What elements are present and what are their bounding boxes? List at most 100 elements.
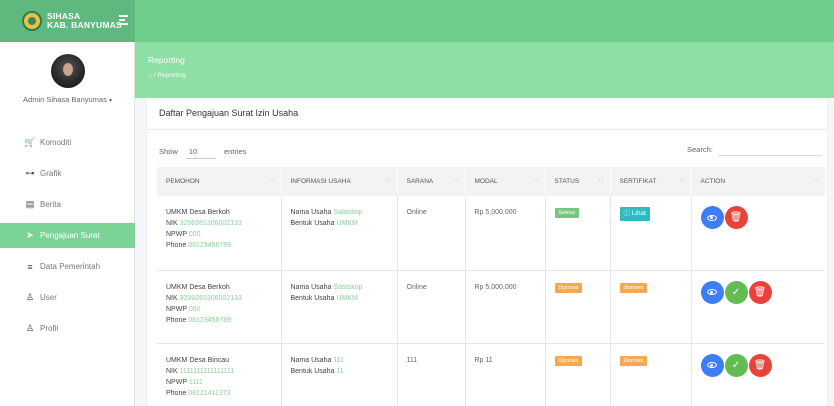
sidebar-nav: 🛒 Komoditi ⊶ Grafik ▤ Berita ➤ Pengajuan… [0, 130, 135, 347]
delete-button[interactable]: 🗑 [724, 206, 748, 229]
action-cell: ✓ 🗑 [691, 270, 825, 344]
entries-control: Show 10 entries [159, 145, 246, 159]
sidebar-item-berita[interactable]: ▤ Berita [0, 192, 135, 217]
brand-line2: KAB. BANYUMAS [47, 20, 122, 30]
column-header-action[interactable]: ACTION ↑↓ [691, 167, 826, 196]
sidebar-item-label: User [40, 293, 57, 302]
table-header-row: PEMOHON ↑↓ INFORMASI USAHA ↑↓ SARANA ↑↓ MOD… [157, 167, 826, 196]
sertifikat-cell: Diproses [610, 270, 692, 344]
data-card: Daftar Pengajuan Surat Izin Usaha Show 1… [147, 98, 827, 406]
database-icon: ≡ [27, 261, 33, 272]
approve-button[interactable]: ✓ [724, 280, 748, 304]
sidebar-item-label: Grafik [40, 169, 62, 178]
sidebar-item-label: Komoditi [40, 138, 72, 147]
npwp-value: 000 [188, 305, 201, 313]
profile-icon: ♙ [25, 323, 35, 333]
sidebar-item-label: Pengajuan Surat [40, 231, 100, 240]
nik-value: 3209281306002133 [179, 294, 242, 302]
bentuk-usaha-value: UMKM [336, 294, 358, 302]
modal-cell: Rp 5,000,000 [465, 270, 546, 344]
eye-icon [707, 289, 717, 295]
approve-button[interactable]: ✓ [724, 353, 748, 377]
sidebar-item-label: Profil [40, 324, 59, 333]
trash-icon: 🗑 [729, 212, 743, 223]
menu-toggle-icon[interactable] [119, 15, 128, 26]
pemohon-cell: UMKM Desa Berkoh NIK 3209281306002133 NP… [157, 270, 282, 344]
sidebar-item-pengajuan-surat[interactable]: ➤ Pengajuan Surat [0, 223, 135, 248]
sidebar-item-komoditi[interactable]: 🛒 Komoditi [0, 130, 135, 155]
action-cell: ✓ 🗑 [691, 343, 825, 406]
sort-icon: ↑↓ [598, 178, 604, 184]
status-badge: Diproses [554, 282, 583, 293]
column-header-sarana[interactable]: SARANA ↑↓ [397, 167, 466, 196]
view-button[interactable] [700, 206, 724, 229]
sertifikat-badge: Diproses [619, 282, 648, 293]
user-icon: ♙ [25, 292, 35, 302]
view-button[interactable] [700, 353, 724, 377]
lihat-sertifikat-button[interactable]: ⓘ Lihat [619, 207, 650, 221]
status-badge: Selesai [554, 208, 579, 218]
paper-plane-icon: ➤ [26, 230, 34, 240]
check-icon: ✓ [731, 286, 741, 298]
column-header-pemohon[interactable]: PEMOHON ↑↓ [157, 167, 282, 196]
informasi-usaha-cell: Nama Usaha Sataskop Bentuk Usaha UMKM [281, 270, 398, 344]
phone-value: 08123456789 [188, 316, 232, 324]
avatar [51, 54, 85, 88]
table-row: UMKM Desa Bincau NIK 1111111111111111 NP… [157, 343, 825, 406]
entries-select[interactable]: 10 [185, 145, 216, 159]
logo-icon [22, 11, 42, 31]
user-menu[interactable]: Admin Sihasa Banyumas ▾ [0, 95, 135, 104]
action-cell: 🗑 [691, 196, 825, 271]
sort-icon: ↑↓ [813, 178, 819, 184]
column-header-informasi-usaha[interactable]: INFORMASI USAHA ↑↓ [281, 167, 398, 196]
delete-button[interactable]: 🗑 [748, 353, 772, 377]
sidebar-item-label: Data Pemerintah [40, 262, 101, 271]
top-bar: SIHASA KAB. BANYUMAS [0, 0, 834, 42]
modal-cell: Rp 11 [465, 343, 546, 406]
trash-icon: 🗑 [753, 286, 767, 298]
modal-cell: Rp 5,000,000 [465, 196, 546, 271]
delete-button[interactable]: 🗑 [748, 280, 772, 304]
view-button[interactable] [700, 280, 724, 304]
sarana-cell: Online [397, 196, 466, 271]
sertifikat-cell: Diproses [610, 343, 692, 406]
phone-value: 08121411373 [188, 389, 231, 397]
sidebar: Admin Sihasa Banyumas ▾ 🛒 Komoditi ⊶ Gra… [0, 42, 135, 406]
breadcrumb-separator: / [153, 72, 156, 79]
page-title: Reporting [148, 55, 185, 65]
column-header-modal[interactable]: MODAL ↑↓ [465, 167, 546, 196]
status-cell: Diproses [545, 270, 611, 344]
sidebar-item-data-pemerintah[interactable]: ≡ Data Pemerintah [0, 254, 135, 279]
entries-label: entries [223, 146, 247, 156]
sort-icon: ↑↓ [679, 178, 685, 184]
home-icon[interactable]: ⌂ [148, 72, 152, 79]
trash-icon: 🗑 [753, 359, 767, 371]
sort-icon: ↑↓ [385, 178, 391, 184]
search-label: Search: [687, 145, 713, 154]
column-header-sertifikat[interactable]: SERTIFIKAT ↑↓ [610, 167, 692, 196]
status-badge: Diproses [554, 355, 583, 366]
sidebar-item-profil[interactable]: ♙ Profil [0, 316, 135, 341]
nama-usaha-value: Sataskop [333, 209, 363, 216]
sort-icon: ↑↓ [269, 178, 275, 184]
check-icon: ✓ [731, 359, 741, 371]
nik-value: 3209281306002133 [179, 220, 242, 227]
page-header: Reporting ⌂ / Reporting [135, 42, 834, 98]
status-cell: Selesai [545, 196, 611, 271]
npwp-value: 1111 [188, 378, 203, 386]
bentuk-usaha-value: 11 [336, 367, 344, 375]
show-label: Show [159, 146, 178, 156]
cart-icon: 🛒 [24, 137, 36, 147]
pemohon-cell: UMKM Desa Berkoh NIK 3209281306002133 NP… [157, 196, 282, 271]
pemohon-cell: UMKM Desa Bincau NIK 1111111111111111 NP… [157, 343, 282, 406]
eye-icon [707, 214, 717, 221]
search-input[interactable] [718, 142, 822, 156]
sidebar-item-grafik[interactable]: ⊶ Grafik [0, 161, 135, 186]
brand-logo-area[interactable]: SIHASA KAB. BANYUMAS [0, 0, 135, 42]
informasi-usaha-cell: Nama Usaha 111 Bentuk Usaha 11 [281, 343, 398, 406]
sidebar-item-label: Berita [40, 200, 61, 209]
pemohon-name: UMKM Desa Bincau [166, 356, 230, 364]
table-row: UMKM Desa Berkoh NIK 3209281306002133 NP… [157, 196, 825, 271]
column-header-status[interactable]: STATUS ↑↓ [545, 167, 611, 196]
sidebar-item-user[interactable]: ♙ User [0, 285, 135, 310]
